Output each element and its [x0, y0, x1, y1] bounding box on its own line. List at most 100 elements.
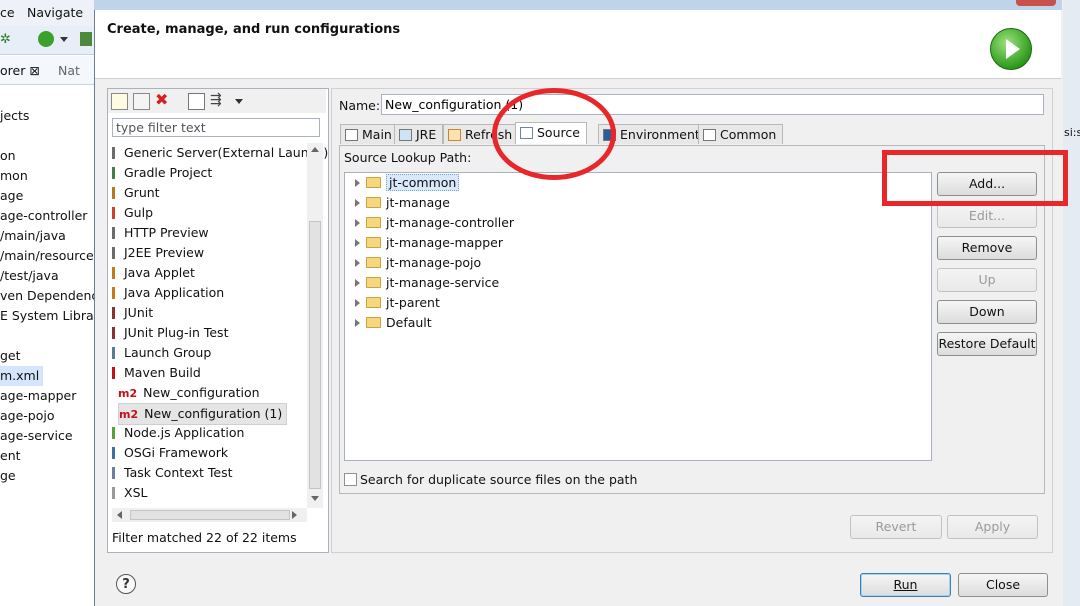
- tree-item[interactable]: mon: [0, 166, 28, 186]
- configuration-item[interactable]: Grunt: [112, 183, 160, 203]
- collapse-all-icon[interactable]: [188, 93, 205, 110]
- run-button[interactable]: Run: [860, 573, 951, 597]
- configuration-item[interactable]: HTTP Preview: [112, 223, 209, 243]
- background-menubar: ce Navigate: [0, 0, 100, 27]
- vertical-scroll-thumb[interactable]: [309, 221, 321, 489]
- duplicate-icon[interactable]: [133, 93, 150, 110]
- configuration-item[interactable]: Launch Group: [112, 343, 211, 363]
- filter-input[interactable]: [112, 118, 320, 137]
- scroll-right-icon[interactable]: [292, 511, 297, 519]
- tree-item[interactable]: age-controller: [0, 206, 87, 226]
- filter-icon[interactable]: ⇶: [210, 93, 225, 108]
- tree-item[interactable]: get: [0, 346, 21, 366]
- debug-icon[interactable]: ✲: [0, 32, 12, 47]
- scroll-down-icon[interactable]: [311, 496, 319, 501]
- expand-arrow-icon[interactable]: [355, 179, 360, 187]
- configuration-item[interactable]: m2 New_configuration: [118, 383, 260, 403]
- tree-item[interactable]: age: [0, 186, 23, 206]
- external-tools-icon[interactable]: [80, 32, 92, 46]
- tree-item[interactable]: /test/java: [0, 266, 59, 286]
- configuration-item[interactable]: Java Applet: [112, 263, 195, 283]
- tree-item[interactable]: on: [0, 146, 16, 166]
- source-entry[interactable]: jt-common: [355, 173, 460, 193]
- expand-arrow-icon[interactable]: [355, 219, 360, 227]
- configuration-name-field[interactable]: [381, 94, 1044, 115]
- source-entry-label: Default: [386, 315, 432, 330]
- m2-icon: m2: [119, 408, 139, 421]
- configuration-item-label: Task Context Test: [124, 465, 233, 480]
- horizontal-scroll-thumb[interactable]: [130, 510, 290, 520]
- configuration-item[interactable]: Gulp: [112, 203, 153, 223]
- source-entry-label: jt-manage-controller: [386, 215, 515, 230]
- configuration-item[interactable]: JUnit Plug-in Test: [112, 323, 228, 343]
- duplicate-sources-checkbox[interactable]: [344, 473, 357, 486]
- apply-button[interactable]: Apply: [947, 515, 1038, 539]
- configuration-item[interactable]: JUnit: [112, 303, 153, 323]
- source-entry[interactable]: jt-manage-pojo: [355, 253, 481, 273]
- tree-item[interactable]: E System Library: [0, 306, 100, 326]
- dialog-titlebar: [94, 0, 1062, 10]
- delete-icon[interactable]: ✖: [155, 92, 170, 108]
- remove-button[interactable]: Remove: [937, 236, 1037, 260]
- new-configuration-icon[interactable]: [111, 93, 128, 110]
- source-entry[interactable]: jt-manage: [355, 193, 450, 213]
- source-entry[interactable]: jt-manage-controller: [355, 213, 514, 233]
- background-hint-text: si:s: [1064, 126, 1080, 139]
- expand-arrow-icon[interactable]: [355, 199, 360, 207]
- menu-item-navigate[interactable]: Navigate: [27, 5, 83, 20]
- source-entry[interactable]: Default: [355, 313, 432, 333]
- tree-item[interactable]: /main/java: [0, 226, 66, 246]
- expand-arrow-icon[interactable]: [355, 299, 360, 307]
- tree-item[interactable]: age-service: [0, 426, 73, 446]
- configuration-item[interactable]: Generic Server(External Launch): [112, 143, 328, 163]
- chevron-down-icon[interactable]: [235, 99, 243, 104]
- help-icon[interactable]: ?: [116, 574, 136, 594]
- tree-item[interactable]: /main/resources: [0, 246, 100, 266]
- tree-item-selected[interactable]: m.xml: [0, 366, 44, 386]
- tab-common[interactable]: Common: [698, 124, 784, 144]
- configuration-item[interactable]: Java Application: [112, 283, 224, 303]
- configuration-item[interactable]: J2EE Preview: [112, 243, 204, 263]
- expand-arrow-icon[interactable]: [355, 239, 360, 247]
- tab-project-explorer[interactable]: orer ⊠: [0, 63, 40, 78]
- scroll-up-icon[interactable]: [311, 147, 319, 152]
- menu-item-source[interactable]: ce: [0, 5, 15, 20]
- expand-arrow-icon[interactable]: [355, 259, 360, 267]
- tree-item[interactable]: age-pojo: [0, 406, 55, 426]
- tree-item[interactable]: ent: [0, 446, 21, 466]
- source-entry-label: jt-manage-pojo: [386, 255, 482, 270]
- window-close-button[interactable]: [1016, 0, 1056, 6]
- configuration-item[interactable]: XSL: [112, 483, 147, 503]
- configuration-item[interactable]: Gradle Project: [112, 163, 212, 183]
- tree-item[interactable]: age-mapper: [0, 386, 76, 406]
- configuration-item[interactable]: OSGi Framework: [112, 443, 228, 463]
- expand-arrow-icon[interactable]: [355, 319, 360, 327]
- tab-navigator[interactable]: Nat: [58, 63, 80, 78]
- expand-arrow-icon[interactable]: [355, 279, 360, 287]
- tab-main[interactable]: Main: [340, 124, 399, 144]
- tree-item[interactable]: ven Dependencie: [0, 286, 100, 306]
- up-button[interactable]: Up: [937, 268, 1037, 292]
- annotation-ellipse: [492, 88, 616, 180]
- configuration-item[interactable]: Maven Build: [112, 363, 201, 383]
- tree-item[interactable]: ge: [0, 466, 16, 486]
- edit-button[interactable]: Edit...: [937, 204, 1037, 228]
- source-entry-label: jt-manage-mapper: [386, 235, 503, 250]
- close-button[interactable]: Close: [958, 573, 1048, 597]
- source-entry[interactable]: jt-manage-mapper: [355, 233, 503, 253]
- run-icon[interactable]: [38, 31, 54, 47]
- source-entry[interactable]: jt-manage-service: [355, 273, 499, 293]
- configuration-item[interactable]: Node.js Application: [112, 423, 244, 443]
- scroll-left-icon[interactable]: [117, 511, 122, 519]
- restore-default-button[interactable]: Restore Default: [937, 332, 1037, 356]
- configuration-item-selected[interactable]: m2 New_configuration (1): [118, 403, 288, 425]
- source-lookup-label: Source Lookup Path:: [344, 150, 472, 165]
- tab-jre[interactable]: JRE: [394, 124, 444, 144]
- source-entry[interactable]: jt-parent: [355, 293, 440, 313]
- common-tab-icon: [703, 129, 716, 141]
- tree-item[interactable]: jects: [0, 106, 29, 126]
- configuration-item[interactable]: Task Context Test: [112, 463, 233, 483]
- chevron-down-icon[interactable]: [60, 37, 68, 42]
- revert-button[interactable]: Revert: [850, 515, 942, 539]
- down-button[interactable]: Down: [937, 300, 1037, 324]
